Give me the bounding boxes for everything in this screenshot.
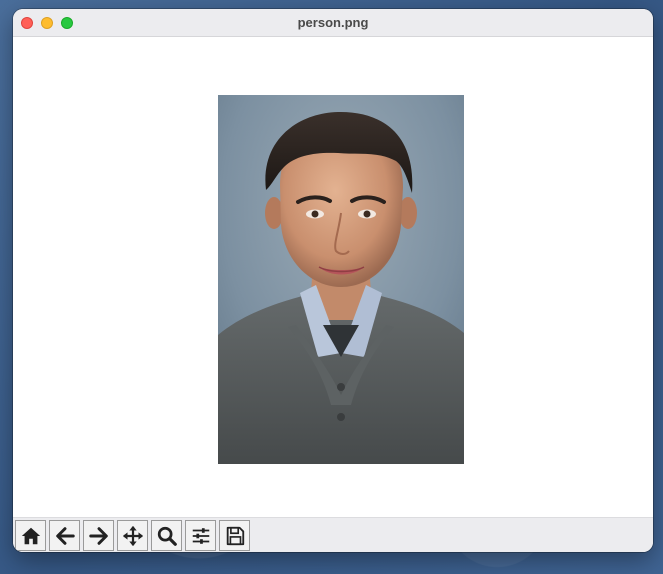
configure-subplots-button[interactable] <box>185 520 216 551</box>
forward-arrow-icon <box>88 526 108 545</box>
forward-button[interactable] <box>83 520 114 551</box>
window-title: person.png <box>297 15 369 30</box>
zoom-button[interactable] <box>151 520 182 551</box>
configure-subplots-icon <box>192 527 209 544</box>
figure-window: person.png <box>13 9 653 552</box>
home-icon <box>21 527 40 544</box>
title-bar[interactable]: person.png <box>13 9 653 37</box>
back-arrow-icon <box>55 526 75 545</box>
save-button[interactable] <box>219 520 250 551</box>
save-floppy-icon <box>226 526 244 545</box>
pan-move-icon <box>122 525 143 546</box>
home-button[interactable] <box>15 520 46 551</box>
zoom-magnifier-icon <box>157 526 177 546</box>
portrait-image <box>218 95 464 464</box>
navigation-toolbar <box>13 517 653 552</box>
back-button[interactable] <box>49 520 80 551</box>
figure-canvas[interactable] <box>13 37 653 517</box>
pan-button[interactable] <box>117 520 148 551</box>
